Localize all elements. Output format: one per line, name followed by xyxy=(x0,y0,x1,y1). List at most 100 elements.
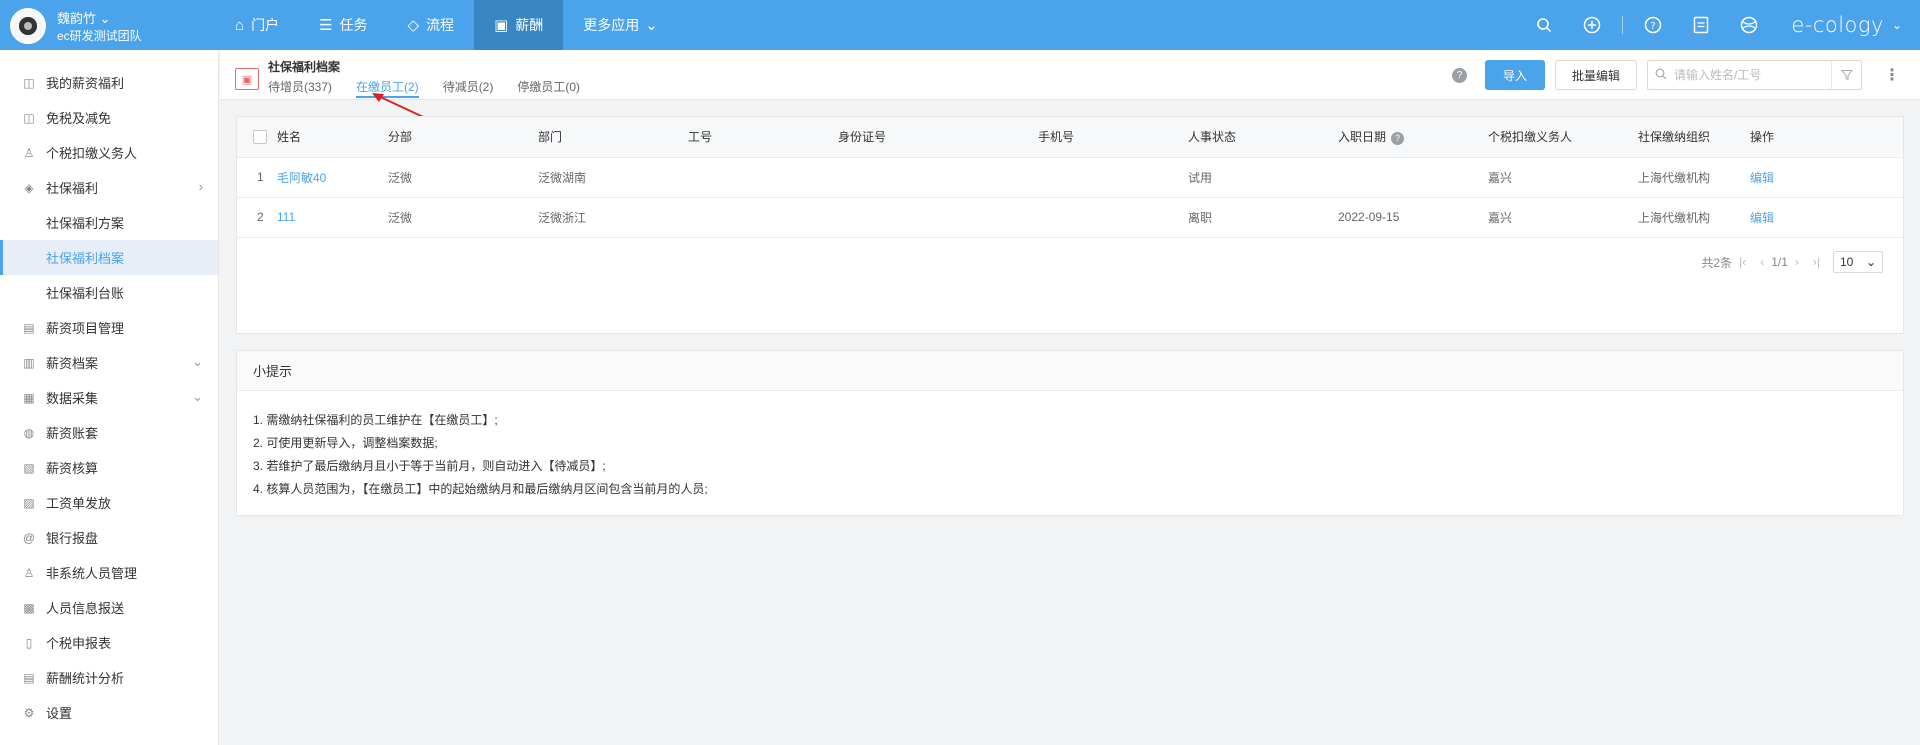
edit-link[interactable]: 编辑 xyxy=(1750,197,1903,238)
next-page-icon[interactable]: › xyxy=(1795,255,1799,269)
task-list-icon: ☰ xyxy=(319,17,333,34)
home-icon: ⌂ xyxy=(235,16,245,34)
sidebar-item-statistics[interactable]: ▤ 薪酬统计分析 xyxy=(0,660,218,695)
import-button[interactable]: 导入 xyxy=(1484,60,1545,90)
cell-emp-no xyxy=(688,157,838,198)
last-page-icon[interactable]: ›| xyxy=(1813,255,1820,269)
person-icon: ♙ xyxy=(23,145,35,160)
chevron-down-icon[interactable]: ⌄ xyxy=(1892,18,1902,32)
cell-branch: 泛微 xyxy=(388,197,538,238)
nav-portal[interactable]: ⌂ 门户 xyxy=(215,0,299,50)
salary-icon: ▣ xyxy=(494,17,509,34)
cell-tax-agent: 嘉兴 xyxy=(1488,197,1638,238)
report-icon[interactable] xyxy=(1691,15,1711,35)
col-branch[interactable]: 分部 xyxy=(388,117,538,158)
nav-more-apps[interactable]: 更多应用 ⌄ xyxy=(563,0,678,50)
payslip-icon: ▨ xyxy=(23,495,35,510)
wallet-icon: ◫ xyxy=(23,75,35,90)
nav-tasks[interactable]: ☰ 任务 xyxy=(299,0,387,50)
batch-edit-button[interactable]: 批量编辑 xyxy=(1554,60,1637,90)
archive-table: 姓名 分部 部门 工号 身份证号 手机号 人事状态 入职日期? 个税扣缴义务人 … xyxy=(237,117,1903,238)
sidebar-item-my-salary[interactable]: ◫ 我的薪资福利 xyxy=(0,65,218,100)
col-id-no[interactable]: 身份证号 xyxy=(838,117,1038,158)
col-join-date[interactable]: 入职日期? xyxy=(1338,117,1488,158)
sidebar-item-tax-exemption[interactable]: ◫ 免税及减免 xyxy=(0,100,218,135)
search-icon[interactable] xyxy=(1534,15,1554,35)
sidebar-item-salary-items[interactable]: ▤ 薪资项目管理 xyxy=(0,310,218,345)
header-actions: ? 导入 批量编辑 ⋮ xyxy=(1451,60,1900,90)
globe-icon[interactable] xyxy=(1739,15,1759,35)
filter-icon[interactable] xyxy=(1831,61,1861,89)
col-status[interactable]: 人事状态 xyxy=(1188,117,1338,158)
sidebar-item-welfare-archive[interactable]: 社保福利档案 xyxy=(0,240,218,275)
cell-tax-agent: 嘉兴 xyxy=(1488,157,1638,198)
svg-text:?: ? xyxy=(1651,21,1656,32)
sidebar-item-payslip[interactable]: ▨ 工资单发放 xyxy=(0,485,218,520)
employee-name-link[interactable]: 111 xyxy=(277,197,388,238)
pagination: 共2条 |‹ ‹ 1/1 › ›| 10 ⌄ xyxy=(1701,251,1883,273)
sidebar-item-salary-calc[interactable]: ▧ 薪资核算 xyxy=(0,450,218,485)
col-dept[interactable]: 部门 xyxy=(538,117,688,158)
chevron-down-icon: ⌄ xyxy=(192,354,203,369)
help-icon[interactable]: ? xyxy=(1391,131,1405,145)
select-all-checkbox[interactable] xyxy=(253,130,267,145)
sidebar-item-social-welfare[interactable]: ◈ 社保福利 › xyxy=(0,170,218,205)
tab-pending-add[interactable]: 待增员(337) xyxy=(268,78,332,98)
sidebar: ◫ 我的薪资福利 ◫ 免税及减免 ♙ 个税扣缴义务人 ◈ 社保福利 › 社保福利方案 社保… xyxy=(0,50,219,745)
nav-workflow[interactable]: ◇ 流程 xyxy=(388,0,475,50)
sidebar-item-welfare-plan[interactable]: 社保福利方案 xyxy=(0,205,218,240)
chevron-down-icon: ⌄ xyxy=(645,17,658,34)
top-right-tools: ? e-cology ⌄ xyxy=(1520,0,1920,50)
user-menu[interactable]: 魏韵竹 ⌄ ec研发测试团队 xyxy=(10,6,220,44)
chevron-down-icon: ⌄ xyxy=(1865,255,1876,269)
col-name[interactable]: 姓名 xyxy=(277,117,388,158)
cell-join-date: 2022-09-15 xyxy=(1338,197,1488,238)
more-vertical-icon[interactable]: ⋮ xyxy=(1884,65,1900,85)
search-box xyxy=(1647,60,1862,90)
search-input[interactable] xyxy=(1674,68,1824,82)
sidebar-item-welfare-ledger[interactable]: 社保福利台账 xyxy=(0,275,218,310)
top-bar: 魏韵竹 ⌄ ec研发测试团队 ⌂ 门户 ☰ 任务 ◇ 流程 ▣ 薪酬 更多应用 ⌄ ? e… xyxy=(0,0,1920,50)
nav-salary[interactable]: ▣ 薪酬 xyxy=(474,0,564,50)
avatar[interactable] xyxy=(10,8,46,44)
tab-pending-remove[interactable]: 待减员(2) xyxy=(443,78,494,98)
sidebar-item-salary-ledger[interactable]: ◍ 薪资账套 xyxy=(0,415,218,450)
cell-org: 上海代缴机构 xyxy=(1638,157,1750,198)
tip-item: 3. 若维护了最后缴纳月且小于等于当前月，则自动进入【待减员】; xyxy=(253,459,606,473)
total-count: 共2条 xyxy=(1701,255,1733,270)
employee-name-link[interactable]: 毛阿敏40 xyxy=(277,157,388,198)
main-nav: ⌂ 门户 ☰ 任务 ◇ 流程 ▣ 薪酬 更多应用 ⌄ xyxy=(215,0,678,50)
add-circle-icon[interactable] xyxy=(1582,15,1602,35)
tab-stopped-staff[interactable]: 停缴员工(0) xyxy=(517,78,580,98)
sidebar-item-tax-agent[interactable]: ♙ 个税扣缴义务人 xyxy=(0,135,218,170)
col-phone[interactable]: 手机号 xyxy=(1038,117,1188,158)
prev-page-icon[interactable]: ‹ xyxy=(1760,255,1764,269)
edit-link[interactable]: 编辑 xyxy=(1750,157,1903,198)
first-page-icon[interactable]: |‹ xyxy=(1739,255,1746,269)
col-emp-no[interactable]: 工号 xyxy=(688,117,838,158)
sidebar-item-data-collect[interactable]: ▦ 数据采集 ⌄ xyxy=(0,380,218,415)
cell-join-date xyxy=(1338,157,1488,198)
sidebar-item-external-staff[interactable]: ♙ 非系统人员管理 xyxy=(0,555,218,590)
person-icon: ♙ xyxy=(23,565,35,580)
col-tax-agent[interactable]: 个税扣缴义务人 xyxy=(1488,117,1638,158)
sidebar-item-info-report[interactable]: ▩ 人员信息报送 xyxy=(0,590,218,625)
help-icon[interactable]: ? xyxy=(1643,15,1663,35)
help-icon[interactable]: ? xyxy=(1451,67,1467,83)
wallet-icon: ◫ xyxy=(23,110,35,125)
sidebar-item-settings[interactable]: ⚙ 设置 xyxy=(0,695,218,730)
sidebar-item-bank[interactable]: @ 银行报盘 xyxy=(0,520,218,555)
sidebar-item-tax-form[interactable]: ▯ 个税申报表 xyxy=(0,625,218,660)
page-indicator: 1/1 xyxy=(1771,255,1788,269)
cell-status: 离职 xyxy=(1188,197,1338,238)
col-org[interactable]: 社保缴纳组织 xyxy=(1638,117,1750,158)
archive-icon: ▥ xyxy=(23,355,35,370)
page-size-select[interactable]: 10 ⌄ xyxy=(1833,251,1883,273)
ledger-icon: ◍ xyxy=(23,425,35,440)
sidebar-item-salary-archive[interactable]: ▥ 薪资档案 ⌄ xyxy=(0,345,218,380)
chevron-right-icon: › xyxy=(198,179,203,194)
brand-logo: e-cology xyxy=(1791,13,1884,37)
chevron-down-icon: ⌄ xyxy=(192,389,203,404)
main-content: ▣ 社保福利档案 待增员(337) 在缴员工(2) 待减员(2) 停缴员工(0)… xyxy=(220,50,1920,745)
tab-bar: 待增员(337) 在缴员工(2) 待减员(2) 停缴员工(0) xyxy=(268,78,604,98)
